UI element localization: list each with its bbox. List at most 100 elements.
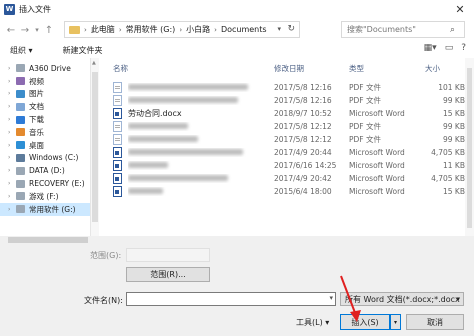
expand-chevron-icon[interactable]: › bbox=[8, 116, 16, 123]
expand-chevron-icon[interactable]: › bbox=[8, 129, 16, 136]
organize-button[interactable]: 组织 ▾ bbox=[10, 45, 33, 56]
file-size: 99 KB bbox=[443, 122, 465, 131]
window-title: 插入文件 bbox=[19, 4, 51, 14]
scroll-up-icon[interactable]: ▲ bbox=[92, 60, 96, 66]
nav-item-a360[interactable]: › A360 Drive bbox=[0, 62, 90, 75]
file-type: Microsoft Word bbox=[349, 161, 405, 170]
range-label: 范围(G): bbox=[90, 251, 122, 260]
help-icon[interactable]: ? bbox=[461, 43, 466, 53]
close-icon[interactable]: ✕ bbox=[446, 0, 474, 18]
nav-item-documents[interactable]: › 文档 bbox=[0, 100, 90, 113]
document-icon bbox=[16, 102, 25, 111]
nav-item-videos[interactable]: › 视频 bbox=[0, 75, 90, 88]
table-row[interactable]: 2017/4/9 20:42 Microsoft Word 4,705 KB bbox=[113, 172, 465, 185]
table-row[interactable]: 2017/5/8 12:12 PDF 文件 99 KB bbox=[113, 133, 465, 146]
file-type: Microsoft Word bbox=[349, 174, 405, 183]
filename-input[interactable]: ▾ bbox=[126, 292, 336, 306]
file-name: 劳动合同.docx bbox=[128, 109, 182, 118]
preview-pane-icon[interactable]: ▭ bbox=[445, 43, 454, 53]
back-arrow-icon[interactable]: ← bbox=[4, 25, 18, 36]
nav-label: 桌面 bbox=[29, 140, 44, 150]
nav-label: 音乐 bbox=[29, 127, 44, 137]
table-row[interactable]: 劳动合同.docx 2018/9/7 10:52 Microsoft Word … bbox=[113, 107, 465, 120]
breadcrumb-documents[interactable]: Documents bbox=[221, 25, 267, 34]
nav-item-drive-f[interactable]: › 游戏 (F:) bbox=[0, 190, 90, 203]
cancel-button[interactable]: 取消 bbox=[406, 314, 464, 330]
search-icon[interactable]: ⌕ bbox=[450, 25, 464, 35]
view-options-icon[interactable]: ▦▾ bbox=[424, 43, 437, 53]
tools-menu[interactable]: 工具(L) ▾ bbox=[296, 317, 329, 328]
address-row: ← → ▾ ↑ › 此电脑 › 常用软件 (G:) › 小白路 › Docume… bbox=[0, 18, 474, 42]
horizontal-scroll-thumb[interactable] bbox=[8, 237, 88, 243]
expand-chevron-icon[interactable]: › bbox=[8, 154, 16, 161]
nav-label: 图片 bbox=[29, 89, 44, 99]
table-row[interactable]: 2017/5/8 12:16 PDF 文件 101 KB bbox=[113, 81, 465, 94]
breadcrumb-separator-icon: › bbox=[179, 25, 183, 34]
expand-chevron-icon[interactable]: › bbox=[8, 180, 16, 187]
table-row[interactable]: 2017/4/9 20:44 Microsoft Word 4,705 KB bbox=[113, 146, 465, 159]
file-list-scroll-thumb[interactable] bbox=[467, 68, 472, 228]
nav-item-downloads[interactable]: › 下载 bbox=[0, 113, 90, 126]
column-header-type[interactable]: 类型 bbox=[349, 63, 364, 74]
drive-icon bbox=[16, 166, 25, 175]
range-input bbox=[126, 248, 210, 262]
table-row[interactable]: 2015/6/4 18:00 Microsoft Word 15 KB bbox=[113, 185, 465, 198]
horizontal-scrollbar[interactable] bbox=[0, 236, 474, 244]
file-size: 4,705 KB bbox=[431, 174, 465, 183]
filename-dropdown-icon[interactable]: ▾ bbox=[329, 294, 333, 302]
search-input[interactable]: 搜索"Documents" ⌕ bbox=[341, 21, 465, 38]
file-date: 2018/9/7 10:52 bbox=[274, 109, 332, 118]
dialog-footer: 范围(G): 范围(R)... 文件名(N): ▾ 所有 Word 文档(*.d… bbox=[0, 244, 474, 336]
file-type: Microsoft Word bbox=[349, 187, 405, 196]
forward-arrow-icon[interactable]: → bbox=[18, 25, 32, 36]
word-file-icon bbox=[113, 160, 122, 171]
nav-label: A360 Drive bbox=[29, 63, 71, 73]
nav-scroll-thumb[interactable] bbox=[92, 72, 98, 222]
address-dropdown-icon[interactable]: ▾ bbox=[277, 25, 281, 33]
column-header-name[interactable]: 名称 bbox=[113, 63, 128, 74]
nav-item-drive-e[interactable]: › RECOVERY (E:) bbox=[0, 177, 90, 190]
range-button[interactable]: 范围(R)... bbox=[126, 267, 210, 282]
expand-chevron-icon[interactable]: › bbox=[8, 206, 16, 213]
expand-chevron-icon[interactable]: › bbox=[8, 167, 16, 174]
file-list-scrollbar[interactable] bbox=[465, 58, 474, 244]
nav-item-desktop[interactable]: › 桌面 bbox=[0, 139, 90, 152]
nav-item-music[interactable]: › 音乐 bbox=[0, 126, 90, 139]
file-size: 15 KB bbox=[443, 187, 465, 196]
drive-icon bbox=[16, 205, 25, 214]
music-icon bbox=[16, 128, 25, 137]
breadcrumb-separator-icon: › bbox=[84, 25, 87, 34]
column-header-size[interactable]: 大小 bbox=[425, 63, 440, 74]
expand-chevron-icon[interactable]: › bbox=[8, 142, 16, 149]
expand-chevron-icon[interactable]: › bbox=[8, 103, 16, 110]
file-date: 2017/5/8 12:16 bbox=[274, 83, 332, 92]
expand-chevron-icon[interactable]: › bbox=[8, 65, 16, 72]
nav-item-drive-d[interactable]: › DATA (D:) bbox=[0, 164, 90, 177]
table-row[interactable]: 2017/6/16 14:25 Microsoft Word 11 KB bbox=[113, 159, 465, 172]
address-bar[interactable]: › 此电脑 › 常用软件 (G:) › 小白路 › Documents ▾ ↻ bbox=[64, 21, 300, 38]
breadcrumb-this-pc[interactable]: 此电脑 bbox=[91, 24, 115, 35]
nav-label: DATA (D:) bbox=[29, 166, 65, 176]
file-size: 15 KB bbox=[443, 109, 465, 118]
nav-item-drive-g[interactable]: › 常用软件 (G:) bbox=[0, 202, 90, 216]
column-header-date[interactable]: 修改日期 bbox=[274, 63, 304, 74]
table-row[interactable]: 2017/5/8 12:16 PDF 文件 99 KB bbox=[113, 94, 465, 107]
expand-chevron-icon[interactable]: › bbox=[8, 78, 16, 85]
refresh-icon[interactable]: ↻ bbox=[287, 24, 295, 34]
up-arrow-icon[interactable]: ↑ bbox=[42, 25, 56, 36]
breadcrumb-drive-g[interactable]: 常用软件 (G:) bbox=[126, 24, 176, 35]
recent-locations-chevron-icon[interactable]: ▾ bbox=[32, 26, 42, 34]
nav-item-pictures[interactable]: › 图片 bbox=[0, 88, 90, 101]
insert-split-dropdown-icon[interactable]: ▾ bbox=[390, 314, 401, 330]
nav-scrollbar[interactable]: ▲ ▼ bbox=[91, 58, 99, 244]
expand-chevron-icon[interactable]: › bbox=[8, 90, 16, 97]
new-folder-button[interactable]: 新建文件夹 bbox=[63, 45, 103, 56]
breadcrumb-folder[interactable]: 小白路 bbox=[186, 24, 210, 35]
pdf-file-icon bbox=[113, 134, 122, 145]
expand-chevron-icon[interactable]: › bbox=[8, 193, 16, 200]
file-type: Microsoft Word bbox=[349, 109, 405, 118]
nav-item-drive-c[interactable]: › Windows (C:) bbox=[0, 152, 90, 165]
table-row[interactable]: 2017/5/8 12:12 PDF 文件 99 KB bbox=[113, 120, 465, 133]
file-size: 99 KB bbox=[443, 135, 465, 144]
file-size: 99 KB bbox=[443, 96, 465, 105]
